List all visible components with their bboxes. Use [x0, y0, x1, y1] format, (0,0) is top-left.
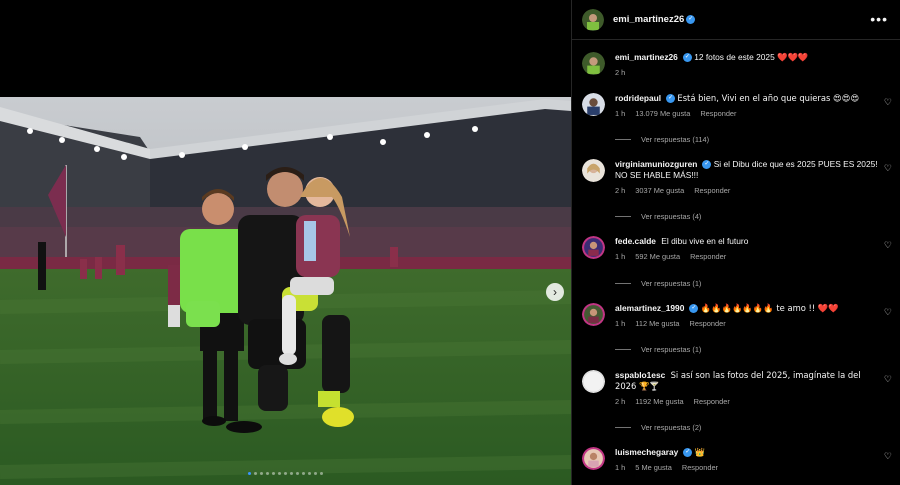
comment-text: 👑: [694, 447, 706, 457]
comment-username[interactable]: luismechegaray: [615, 447, 678, 457]
view-replies-label: Ver respuestas (114): [641, 135, 710, 144]
verified-badge-icon: ✓: [689, 304, 699, 314]
comment-time: 2 h: [615, 397, 626, 406]
post-header: emi_martinez26 ✓ •••: [572, 0, 900, 40]
author-avatar[interactable]: [582, 52, 605, 75]
carousel-dot: [278, 472, 281, 475]
heart-outline-icon[interactable]: ♡: [884, 163, 892, 174]
comment-likes[interactable]: 13.079 Me gusta: [635, 109, 690, 118]
view-replies-button[interactable]: Ver respuestas (114): [615, 135, 709, 144]
commenter-avatar[interactable]: [582, 159, 605, 182]
carousel-dot: [308, 472, 311, 475]
carousel-next-button[interactable]: ›: [546, 283, 564, 301]
view-replies-button[interactable]: Ver respuestas (1): [615, 279, 701, 288]
comment-likes[interactable]: 5 Me gusta: [635, 463, 672, 472]
carousel-dot: [248, 472, 251, 475]
view-replies-label: Ver respuestas (4): [641, 212, 702, 221]
comment-text: El dibu vive en el futuro: [661, 236, 749, 246]
author-username[interactable]: emi_martinez26: [613, 14, 684, 25]
divider-line: [615, 283, 631, 284]
comment-time: 1 h: [615, 109, 626, 118]
carousel-dot: [296, 472, 299, 475]
carousel-dot: [320, 472, 323, 475]
carousel-dot: [314, 472, 317, 475]
reply-button[interactable]: Responder: [694, 186, 730, 195]
stadium-photo-illustration: [0, 97, 571, 485]
caption-username[interactable]: emi_martinez26: [615, 52, 678, 62]
view-replies-label: Ver respuestas (1): [641, 279, 702, 288]
comment-username[interactable]: sspablo1esc: [615, 370, 665, 380]
comment-time: 1 h: [615, 319, 626, 328]
carousel-dot: [272, 472, 275, 475]
verified-badge-icon: ✓: [666, 94, 676, 104]
comment-time: 1 h: [615, 463, 626, 472]
verified-badge-icon: ✓: [686, 15, 696, 24]
heart-outline-icon[interactable]: ♡: [884, 240, 892, 251]
reply-button[interactable]: Responder: [700, 109, 736, 118]
carousel-indicator: [0, 472, 571, 475]
post-media: ›: [0, 0, 571, 485]
view-replies-button[interactable]: Ver respuestas (1): [615, 345, 701, 354]
comment-time: 2 h: [615, 186, 626, 195]
reply-button[interactable]: Responder: [690, 252, 726, 261]
comment-username[interactable]: rodridepaul: [615, 93, 661, 103]
commenter-avatar[interactable]: [582, 93, 605, 116]
carousel-dot: [260, 472, 263, 475]
heart-outline-icon[interactable]: ♡: [884, 451, 892, 462]
comment-text: 🔥🔥🔥🔥🔥🔥🔥 te amo !! ❤️❤️: [700, 303, 839, 313]
comment-likes[interactable]: 592 Me gusta: [635, 252, 680, 261]
carousel-dot: [266, 472, 269, 475]
view-replies-button[interactable]: Ver respuestas (2): [615, 423, 701, 432]
commenter-avatar[interactable]: [582, 236, 605, 259]
comment-username[interactable]: virginiamuniozguren: [615, 159, 697, 169]
caption-text: 12 fotos de este 2025: [694, 52, 775, 62]
chevron-right-icon: ›: [553, 285, 557, 299]
commenter-avatar[interactable]: [582, 447, 605, 470]
divider-line: [615, 139, 631, 140]
comment-username[interactable]: alemartinez_1990: [615, 303, 684, 313]
comment-time: 1 h: [615, 252, 626, 261]
comment-likes[interactable]: 112 Me gusta: [635, 319, 679, 328]
verified-badge-icon: ✓: [683, 448, 693, 458]
comments-panel: emi_martinez26 ✓ ••• emi_martinez26 ✓ 12 …: [571, 0, 900, 485]
divider-line: [615, 349, 631, 350]
comment-likes[interactable]: 1192 Me gusta: [635, 397, 683, 406]
caption-emoji: ❤️❤️❤️: [777, 52, 809, 62]
post-photo[interactable]: [0, 97, 571, 485]
comment-text: Está bien, Vivi en el año que quieras 😍😍…: [677, 93, 860, 103]
carousel-dot: [254, 472, 257, 475]
carousel-dot: [290, 472, 293, 475]
carousel-dot: [284, 472, 287, 475]
heart-outline-icon[interactable]: ♡: [884, 97, 892, 108]
caption-time: 2 h: [615, 68, 626, 77]
heart-outline-icon[interactable]: ♡: [884, 307, 892, 318]
verified-badge-icon: ✓: [702, 160, 712, 170]
commenter-avatar[interactable]: [582, 303, 605, 326]
heart-outline-icon[interactable]: ♡: [884, 374, 892, 385]
commenter-avatar[interactable]: [582, 370, 605, 393]
more-horizontal-icon[interactable]: •••: [870, 11, 888, 27]
reply-button[interactable]: Responder: [690, 319, 726, 328]
comment-likes[interactable]: 3037 Me gusta: [635, 186, 684, 195]
carousel-dot: [302, 472, 305, 475]
author-avatar[interactable]: [582, 8, 604, 31]
reply-button[interactable]: Responder: [694, 397, 730, 406]
view-replies-label: Ver respuestas (1): [641, 345, 702, 354]
comment-username[interactable]: fede.calde: [615, 236, 656, 246]
divider-line: [615, 427, 631, 428]
verified-badge-icon: ✓: [682, 53, 692, 63]
divider-line: [615, 216, 631, 217]
reply-button[interactable]: Responder: [682, 463, 718, 472]
view-replies-button[interactable]: Ver respuestas (4): [615, 212, 701, 221]
view-replies-label: Ver respuestas (2): [641, 423, 702, 432]
